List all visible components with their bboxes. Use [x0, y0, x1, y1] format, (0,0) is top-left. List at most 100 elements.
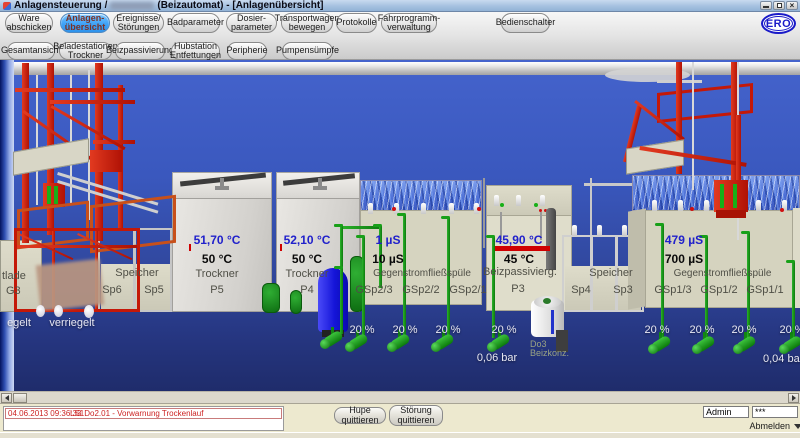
nav-ware-abschicken[interactable]: Ware abschicken	[5, 13, 53, 33]
p3-temp-setpoint: 45 °C	[478, 252, 560, 266]
storage1-name: Speicher	[106, 267, 168, 279]
storage2-sp4: Sp4	[566, 284, 596, 296]
storage1-sp6: Sp6	[98, 284, 126, 296]
gsp1-3-id: GSp1/3	[650, 284, 696, 296]
dryer-p5-temp-actual: 51,70 °C	[177, 233, 257, 247]
lock-status-right: verriegelt	[44, 317, 100, 329]
close-button[interactable]: ×	[786, 1, 798, 10]
valve-opening-label: 20 %	[488, 324, 520, 336]
scroll-left-icon	[5, 395, 9, 401]
gsp1-pressure: 0,04 bar	[763, 353, 800, 365]
close-icon: ×	[790, 1, 795, 10]
ack-horn-button[interactable]: Hupe quittieren	[334, 407, 386, 424]
password-field[interactable]	[752, 406, 798, 418]
storage1-sp5: Sp5	[140, 284, 168, 296]
dosing-name: Beizkonz.	[530, 348, 578, 358]
left-wall-edge	[0, 60, 14, 391]
level-indicator	[551, 310, 554, 334]
dryer-p4-name: Trockner	[267, 268, 347, 280]
p3-name: Beizpassivierg.	[478, 266, 562, 278]
redacted-label	[36, 259, 104, 311]
p3-temp-actual: 45,90 °C	[478, 233, 560, 247]
redacted-plant-name	[110, 2, 154, 10]
scroll-right-icon	[792, 395, 796, 401]
scroll-left-button[interactable]	[1, 393, 12, 403]
ack-fault-button[interactable]: Störung quittieren	[389, 405, 443, 426]
dryer-p4-temp-actual: 52,10 °C	[267, 233, 347, 247]
nav-anlagenuebersicht[interactable]: Anlagen- übersicht	[60, 13, 110, 33]
chevron-down-icon[interactable]	[794, 424, 800, 429]
gsp2-pressure: 0,06 bar	[471, 352, 523, 364]
gsp1-2-id: GSp1/2	[696, 284, 742, 296]
dryer-p4-temp-setpoint: 50 °C	[267, 252, 347, 266]
horizontal-scrollbar[interactable]	[0, 391, 800, 403]
valve-opening-label: 20 %	[728, 324, 760, 336]
storage2-sp3: Sp3	[608, 284, 638, 296]
nav-protokolle[interactable]: Protokolle	[336, 13, 377, 33]
storage2-name: Speicher	[580, 267, 642, 279]
lock-status-left: egelt	[0, 317, 38, 329]
status-bar	[0, 432, 800, 438]
nav-fahrprogrammverwaltung[interactable]: Fahrprogramm- verwaltung	[381, 13, 437, 33]
view-pumpensuempfe[interactable]: Pumpensümpfe	[282, 42, 333, 60]
view-hubstation-entfettungen[interactable]: Hubstation Entfettungen	[171, 42, 220, 60]
gsp1-conductivity-actual: 479 µS	[634, 233, 734, 247]
status-dot-red	[780, 208, 784, 212]
scroll-right-button[interactable]	[788, 393, 799, 403]
status-dot-red	[690, 207, 694, 211]
gsp2-1-id: GSp2/1	[447, 284, 489, 296]
view-beladestationen-trockner[interactable]: Beladestationen Trockner	[59, 42, 112, 60]
view-peripherie[interactable]: Peripherie	[227, 42, 267, 60]
nav-bedienschalter[interactable]: Bedienschalter	[501, 13, 550, 33]
station-g3-id: G3	[6, 285, 30, 297]
status-dot-green	[534, 203, 538, 207]
gsp2-conductivity-setpoint: 10 µS	[348, 252, 428, 266]
restore-button[interactable]	[773, 1, 785, 10]
gsp2-2-id: GSp2/2	[400, 284, 442, 296]
title-bar: Anlagensteuerung / (Beizautomat) - [Anla…	[0, 0, 800, 12]
nav-transportwagen-bewegen[interactable]: Transportwagen bewegen	[281, 13, 333, 33]
window-title-doc: (Beizautomat) - [Anlagenübersicht]	[157, 0, 323, 11]
window-title-app: Anlagensteuerung /	[14, 0, 107, 11]
crane-hoist	[90, 150, 122, 172]
nav-ereignisse-stoerungen[interactable]: Ereignisse/ Störungen	[113, 13, 164, 33]
bottom-panel: 04.06.2013 09:36:33 LS1Do2.01 - Vorwarnu…	[0, 403, 800, 432]
valve-opening-label: 20 %	[346, 324, 378, 336]
alarm-row[interactable]: 04.06.2013 09:36:33 LS1Do2.01 - Vorwarnu…	[5, 408, 282, 419]
gsp1-1-id: GSp1/1	[742, 284, 788, 296]
valve-gsp1-2[interactable]	[692, 332, 718, 359]
ero-logo: ERO	[761, 13, 796, 34]
alarm-timestamp: 04.06.2013 09:36:33	[6, 409, 70, 418]
view-beizpassivierung[interactable]: Beizpassivierung	[115, 42, 165, 60]
logout-button[interactable]: Abmelden	[748, 421, 790, 432]
nav-dosierparameter[interactable]: Dosier- parameter	[226, 13, 277, 33]
restore-icon	[777, 3, 782, 8]
gsp2-conductivity-actual: 1 µS	[348, 233, 428, 247]
gsp2-name: Gegenstromfließspüle	[362, 268, 482, 279]
gsp1-conductivity-setpoint: 700 µS	[634, 252, 734, 266]
app-icon	[3, 2, 11, 10]
dryer-p5-temp-setpoint: 50 °C	[177, 252, 257, 266]
view-gesamtansicht[interactable]: Gesamtansicht	[7, 42, 55, 60]
anlagensteuerung-window: Anlagensteuerung / (Beizautomat) - [Anla…	[0, 0, 800, 438]
status-dot-red	[477, 207, 481, 211]
gsp1-name: Gegenstromfließspüle	[655, 268, 790, 279]
valve-gsp1-1[interactable]	[733, 332, 759, 359]
minimize-button[interactable]	[760, 1, 772, 10]
valve[interactable]	[320, 327, 346, 354]
cart-wheel	[36, 305, 45, 317]
cart-wheel	[54, 305, 63, 317]
nav-badparameter[interactable]: Badparameter	[171, 13, 220, 33]
plant-3d-view[interactable]: 51,70 °C 50 °C Trockner P5 52,10 °C 50 °…	[0, 60, 800, 391]
valve-gsp1-3[interactable]	[648, 332, 674, 359]
username-field[interactable]	[703, 406, 749, 418]
valve-opening-label: 20 %	[776, 324, 800, 336]
valve-opening-label: 20 %	[686, 324, 718, 336]
alarm-message: LS1Do2.01 - Vorwarnung Trockenlauf	[70, 409, 203, 418]
dryer-p4-id: P4	[267, 284, 347, 296]
dryer-p5-name: Trockner	[177, 268, 257, 280]
valve-opening-label: 20 %	[432, 324, 464, 336]
alarm-list[interactable]: 04.06.2013 09:36:33 LS1Do2.01 - Vorwarnu…	[3, 406, 284, 431]
minimize-icon	[763, 6, 769, 8]
scrollbar-thumb[interactable]	[13, 393, 27, 403]
